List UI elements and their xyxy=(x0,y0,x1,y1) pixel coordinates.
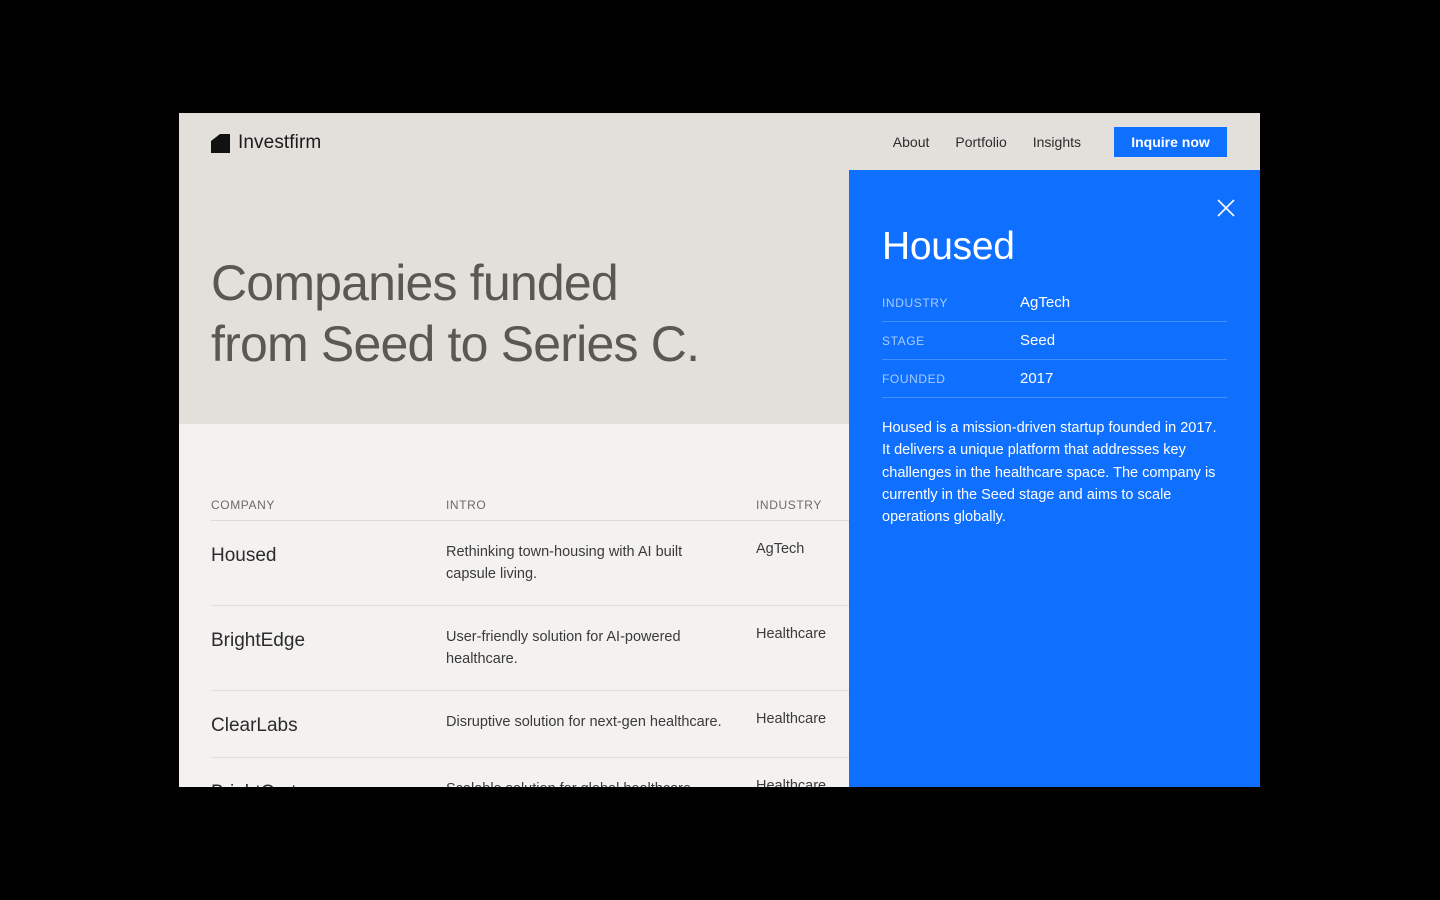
detail-value: 2017 xyxy=(1020,370,1054,387)
nav-insights-link[interactable]: Insights xyxy=(1033,134,1081,150)
inquire-now-button[interactable]: Inquire now xyxy=(1114,127,1227,157)
detail-label: FOUNDED xyxy=(882,371,946,386)
table-row[interactable]: ClearLabs Disruptive solution for next-g… xyxy=(211,691,851,758)
row-industry: Healthcare xyxy=(756,711,827,727)
page-headline: Companies funded from Seed to Series C. xyxy=(211,253,771,375)
row-industry: AgTech xyxy=(756,541,805,557)
nav-about-link[interactable]: About xyxy=(893,134,930,150)
column-header-company[interactable]: COMPANY xyxy=(211,498,446,520)
table-row[interactable]: Housed Rethinking town-housing with AI b… xyxy=(211,521,851,606)
table-row[interactable]: BrightCart Scalable solution for global … xyxy=(211,758,851,787)
column-header-intro: INTRO xyxy=(446,498,487,512)
headline-line-2: from Seed to Series C. xyxy=(211,316,700,372)
row-company: ClearLabs xyxy=(211,715,298,736)
nav-portfolio-link[interactable]: Portfolio xyxy=(955,134,1006,150)
close-icon[interactable] xyxy=(1217,199,1235,217)
detail-row-founded: FOUNDED 2017 xyxy=(882,360,1227,398)
row-company: Housed xyxy=(211,545,277,566)
table-header: COMPANY INTRO INDUSTRY xyxy=(211,498,851,521)
app-window: Investfirm About Portfolio Insights Inqu… xyxy=(179,113,1260,787)
headline-line-1: Companies funded xyxy=(211,255,619,311)
column-header-industry[interactable]: INDUSTRY xyxy=(756,498,851,520)
row-intro: Rethinking town-housing with AI built ca… xyxy=(446,544,683,582)
row-company: BrightEdge xyxy=(211,630,306,651)
panel-title: Housed xyxy=(882,225,1015,268)
brand-logo[interactable]: Investfirm xyxy=(211,132,321,154)
detail-list: INDUSTRY AgTech STAGE Seed FOUNDED 2017 xyxy=(882,284,1227,398)
logo-mark-icon xyxy=(211,133,230,153)
detail-label: INDUSTRY xyxy=(882,295,948,310)
company-description: Housed is a mission-driven startup found… xyxy=(882,420,1217,526)
row-company: BrightCart xyxy=(211,758,446,787)
company-detail-panel: Housed INDUSTRY AgTech STAGE Seed FOUNDE… xyxy=(849,170,1260,787)
row-intro: Scalable solution for global healthcare. xyxy=(446,758,756,787)
top-nav: About Portfolio Insights Inquire now xyxy=(867,127,1227,157)
table-row[interactable]: BrightEdge User-friendly solution for AI… xyxy=(211,606,851,691)
brand-name: Investfirm xyxy=(238,132,322,153)
row-industry: Healthcare xyxy=(756,626,827,642)
detail-value: Seed xyxy=(1020,332,1056,349)
row-intro: Disruptive solution for next-gen healthc… xyxy=(446,714,722,730)
portfolio-table: COMPANY INTRO INDUSTRY Housed Rethinking… xyxy=(211,498,851,787)
row-intro: User-friendly solution for AI-powered he… xyxy=(446,629,681,667)
detail-value: AgTech xyxy=(1020,294,1071,311)
row-industry: Healthcare xyxy=(756,778,827,787)
detail-row-stage: STAGE Seed xyxy=(882,322,1227,360)
detail-row-industry: INDUSTRY AgTech xyxy=(882,284,1227,322)
detail-label: STAGE xyxy=(882,333,925,348)
